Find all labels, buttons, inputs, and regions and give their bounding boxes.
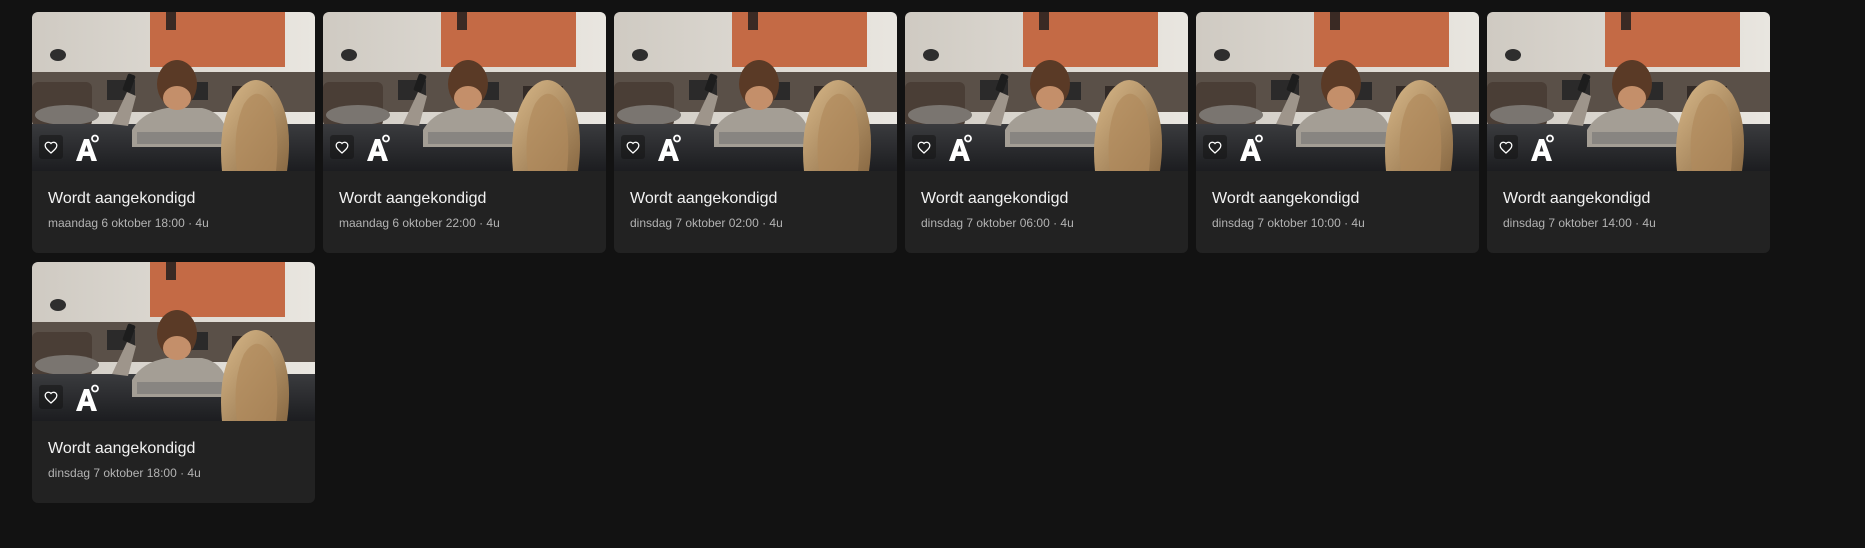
program-thumbnail [614, 12, 897, 171]
favorite-heart-icon[interactable] [1203, 135, 1227, 159]
program-airtime: dinsdag 7 oktober 06:00 · 4u [921, 216, 1074, 230]
channel-logo-icon [74, 134, 100, 162]
program-title: Wordt aangekondigd [1503, 190, 1651, 207]
program-thumbnail [32, 12, 315, 171]
program-airtime: dinsdag 7 oktober 14:00 · 4u [1503, 216, 1656, 230]
program-airtime: dinsdag 7 oktober 02:00 · 4u [630, 216, 783, 230]
program-thumbnail [1196, 12, 1479, 171]
favorite-heart-icon[interactable] [39, 385, 63, 409]
program-title: Wordt aangekondigd [48, 440, 196, 457]
program-card[interactable]: Wordt aangekondigd dinsdag 7 oktober 18:… [32, 262, 315, 503]
favorite-heart-icon[interactable] [39, 135, 63, 159]
program-airtime: maandag 6 oktober 22:00 · 4u [339, 216, 500, 230]
channel-logo-icon [656, 134, 682, 162]
program-card[interactable]: Wordt aangekondigd maandag 6 oktober 18:… [32, 12, 315, 253]
program-card[interactable]: Wordt aangekondigd dinsdag 7 oktober 02:… [614, 12, 897, 253]
favorite-heart-icon[interactable] [621, 135, 645, 159]
program-airtime: maandag 6 oktober 18:00 · 4u [48, 216, 209, 230]
program-title: Wordt aangekondigd [339, 190, 487, 207]
favorite-heart-icon[interactable] [1494, 135, 1518, 159]
program-card[interactable]: Wordt aangekondigd maandag 6 oktober 22:… [323, 12, 606, 253]
program-thumbnail [323, 12, 606, 171]
channel-logo-icon [1238, 134, 1264, 162]
program-card[interactable]: Wordt aangekondigd dinsdag 7 oktober 14:… [1487, 12, 1770, 253]
program-thumbnail [1487, 12, 1770, 171]
program-thumbnail [32, 262, 315, 421]
channel-logo-icon [365, 134, 391, 162]
program-title: Wordt aangekondigd [1212, 190, 1360, 207]
channel-logo-icon [74, 384, 100, 412]
program-title: Wordt aangekondigd [630, 190, 778, 207]
program-card[interactable]: Wordt aangekondigd dinsdag 7 oktober 10:… [1196, 12, 1479, 253]
channel-logo-icon [947, 134, 973, 162]
program-grid: Wordt aangekondigd maandag 6 oktober 18:… [32, 12, 1812, 503]
program-airtime: dinsdag 7 oktober 18:00 · 4u [48, 466, 201, 480]
channel-logo-icon [1529, 134, 1555, 162]
program-airtime: dinsdag 7 oktober 10:00 · 4u [1212, 216, 1365, 230]
favorite-heart-icon[interactable] [912, 135, 936, 159]
favorite-heart-icon[interactable] [330, 135, 354, 159]
program-title: Wordt aangekondigd [48, 190, 196, 207]
program-thumbnail [905, 12, 1188, 171]
program-card[interactable]: Wordt aangekondigd dinsdag 7 oktober 06:… [905, 12, 1188, 253]
program-title: Wordt aangekondigd [921, 190, 1069, 207]
